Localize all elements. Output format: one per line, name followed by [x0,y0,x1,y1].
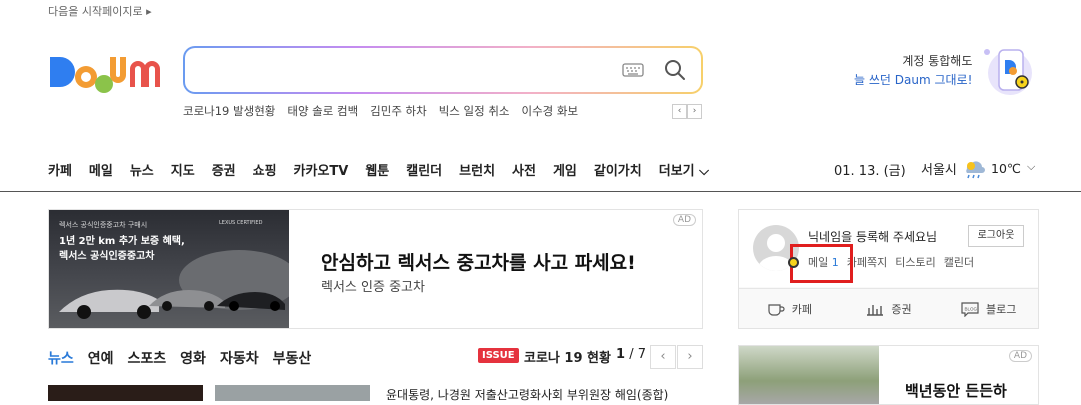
service-stock[interactable]: 증권 [839,289,939,328]
nav-dictionary[interactable]: 사전 [512,160,536,179]
nav-map[interactable]: 지도 [171,160,195,179]
nav-game[interactable]: 게임 [553,160,577,179]
tistory-link[interactable]: 티스토리 [895,254,935,270]
search-icon[interactable] [663,58,687,82]
news-headline[interactable]: 윤대통령, 나경원 저출산고령화사회 부위원장 해임(종합) [386,386,686,403]
tab-news[interactable]: 뉴스 [48,348,74,368]
user-info: 닉네임을 등록해 주세요님 로그아웃 메일 1 카페쪽지 티스토리 캘린더 [739,210,1038,287]
service-label: 블로그 [985,302,1017,316]
promo-line-1: 계정 통합해도 [902,54,973,68]
ad-image: 렉서스 공식인증중고차 구매시 1년 2만 km 추가 보증 혜택, 렉서스 공… [49,210,289,328]
nav-cafe[interactable]: 카페 [48,160,72,179]
tab-sports[interactable]: 스포츠 [128,348,167,368]
trend-item[interactable]: 코로나19 발생현황 [183,103,275,119]
daum-logo[interactable] [48,45,168,95]
account-promo[interactable]: 계정 통합해도 늘 쓰던 Daum 그대로! [854,52,972,90]
nav-shopping[interactable]: 쇼핑 [253,160,277,179]
service-shortcuts: 카페 증권 BLOG 블로그 [739,288,1038,328]
promo-line-2: 늘 쓰던 Daum 그대로! [854,73,973,87]
ad-badge: AD [672,214,696,226]
tab-car[interactable]: 자동차 [220,348,259,368]
nav-news[interactable]: 뉴스 [130,160,154,179]
side-ad-image [739,346,879,404]
nav-together[interactable]: 같이가치 [594,160,642,179]
news-tabs: 뉴스 연예 스포츠 영화 자동차 부동산 [48,348,311,368]
news-pager: 1 / 7 [616,347,646,362]
ad-title[interactable]: 안심하고 렉서스 중고차를 사고 파세요! [321,248,636,275]
trend-item[interactable]: 이수경 화보 [522,103,579,119]
ad-badge: AD [1008,350,1032,362]
trend-prev-button[interactable]: ‹ [672,104,687,119]
page-current: 1 [616,347,626,362]
issue-badge: ISSUE [478,348,519,363]
cursor-marker [788,257,799,268]
tab-realestate[interactable]: 부동산 [273,348,312,368]
issue-link[interactable]: 코로나 19 현황 [524,347,611,366]
news-thumbnail[interactable] [48,385,203,401]
blog-icon-text: BLOG [964,306,977,311]
trend-next-button[interactable]: › [687,104,702,119]
blog-icon: BLOG [961,301,979,317]
keyboard-icon[interactable] [622,62,644,78]
set-homepage-link[interactable]: 다음을 시작페이지로 ▸ [48,3,152,19]
chevron-left-icon[interactable]: ‹ [650,345,676,369]
service-label: 증권 [891,302,912,316]
page-total: / 7 [629,347,646,362]
side-ad-title[interactable]: 백년동안 든든하 [905,380,1007,401]
nav-divider [0,191,1081,192]
nav-brunch[interactable]: 브런치 [459,160,495,179]
trend-item[interactable]: 김민주 하차 [370,103,427,119]
nav-more[interactable]: 더보기 ⌵ [659,160,709,179]
tab-movie[interactable]: 영화 [180,348,206,368]
ad-subtitle[interactable]: 렉서스 인증 중고차 [321,276,425,295]
chevron-down-icon[interactable]: ⌵ [1027,160,1035,174]
bar-chart-icon [867,304,884,316]
service-label: 카페 [791,302,812,316]
tab-entertainment[interactable]: 연예 [88,348,114,368]
news-thumbnail[interactable] [215,385,370,401]
weather-city[interactable]: 서울시 [921,159,957,178]
search-input[interactable] [199,58,609,82]
date-text: 01. 13. (금) [834,164,906,179]
service-blog[interactable]: BLOG 블로그 [938,289,1038,328]
chevron-right-icon[interactable]: › [677,345,703,369]
car-illustration [59,250,289,319]
nickname-prompt[interactable]: 닉네임을 등록해 주세요님 [808,228,937,245]
service-cafe[interactable]: 카페 [739,289,839,328]
temperature[interactable]: 10℃ [991,161,1021,176]
nav-stock[interactable]: 증권 [212,160,236,179]
side-ad[interactable]: AD 백년동안 든든하 [738,345,1039,405]
user-panel: 닉네임을 등록해 주세요님 로그아웃 메일 1 카페쪽지 티스토리 캘린더 카페… [738,209,1039,329]
logout-button[interactable]: 로그아웃 [968,225,1024,247]
rain-cloud-icon[interactable] [962,158,986,180]
nav-kakaotv[interactable]: 카카오TV [294,160,349,179]
cup-icon [768,303,785,316]
nav-calendar[interactable]: 캘린더 [406,160,442,179]
search-box[interactable] [183,46,703,94]
main-nav: 카페 메일 뉴스 지도 증권 쇼핑 카카오TV 웹툰 캘린더 브런치 사전 게임… [48,160,709,179]
banner-ad[interactable]: 렉서스 공식인증중고차 구매시 1년 2만 km 추가 보증 혜택, 렉서스 공… [48,209,703,329]
calendar-link[interactable]: 캘린더 [944,254,974,270]
trend-item[interactable]: 빅스 일정 취소 [439,103,510,119]
highlight-box [790,244,853,283]
trending-keywords: 코로나19 발생현황 태양 솔로 컴백 김민주 하차 빅스 일정 취소 이수경 … [183,103,578,119]
trend-pager: ‹ › [672,104,702,119]
promo-phone-icon[interactable] [982,46,1038,96]
nav-webtoon[interactable]: 웹툰 [365,160,389,179]
trend-item[interactable]: 태양 솔로 컴백 [287,103,358,119]
nav-mail[interactable]: 메일 [89,160,113,179]
